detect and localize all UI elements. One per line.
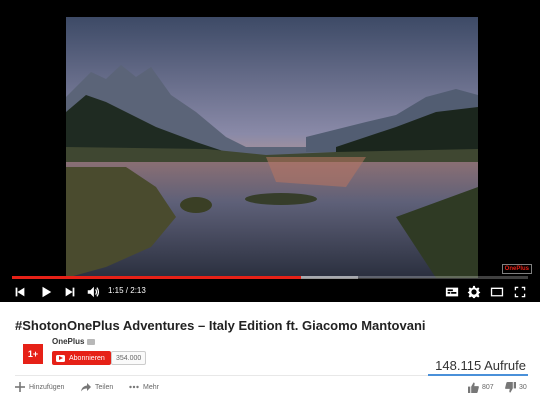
volume-icon	[87, 286, 100, 298]
add-to-button[interactable]: Hinzufügen	[15, 380, 64, 394]
previous-icon	[15, 287, 25, 297]
channel-name[interactable]: OnePlus	[52, 337, 96, 346]
video-title: #ShotonOnePlus Adventures – Italy Editio…	[15, 318, 426, 333]
sentiment-bar	[428, 374, 528, 376]
more-button[interactable]: Mehr	[129, 380, 159, 394]
next-icon	[65, 287, 75, 297]
share-icon	[81, 383, 91, 392]
play-button[interactable]	[38, 284, 54, 300]
like-button[interactable]: 807	[468, 380, 494, 394]
like-count: 807	[482, 383, 494, 391]
video-player[interactable]: OnePlus 1:15 / 2:13	[0, 0, 540, 302]
volume-button[interactable]	[85, 284, 101, 300]
miniplayer-icon	[490, 287, 504, 297]
miniplayer-button[interactable]	[489, 284, 505, 300]
more-icon	[129, 385, 139, 389]
previous-button[interactable]	[12, 284, 28, 300]
progress-bar[interactable]	[12, 276, 528, 279]
share-button[interactable]: Teilen	[81, 380, 113, 394]
subtitles-button[interactable]	[444, 284, 460, 300]
play-icon	[42, 286, 52, 298]
video-frame[interactable]	[66, 17, 478, 278]
thumbs-up-icon	[468, 381, 479, 393]
watermark-text: OnePlus	[504, 266, 529, 272]
settings-icon	[467, 285, 481, 299]
progress-played	[12, 276, 301, 279]
more-label: Mehr	[143, 383, 159, 391]
add-label: Hinzufügen	[29, 383, 65, 391]
fullscreen-button[interactable]	[512, 284, 528, 300]
share-label: Teilen	[95, 383, 114, 391]
settings-button[interactable]	[466, 284, 482, 300]
time-display: 1:15 / 2:13	[108, 286, 146, 295]
youtube-logo-icon	[56, 354, 65, 362]
next-button[interactable]	[62, 284, 78, 300]
player-controls: 1:15 / 2:13	[0, 281, 540, 302]
subtitles-icon	[445, 287, 459, 297]
channel-avatar[interactable]: 1+	[23, 344, 43, 364]
subscribe-button[interactable]: Abonnieren	[52, 351, 111, 365]
thumbs-down-icon	[505, 381, 516, 393]
subscribe-label: Abonnieren	[69, 354, 105, 362]
dislike-count: 30	[519, 383, 527, 391]
video-landscape-image	[66, 17, 478, 278]
fullscreen-icon	[514, 286, 526, 298]
view-count: 148.115 Aufrufe	[435, 358, 526, 373]
dislike-button[interactable]: 30	[505, 380, 527, 394]
channel-watermark[interactable]: OnePlus	[501, 264, 532, 274]
avatar-text: 1+	[27, 349, 39, 359]
plus-icon	[15, 382, 25, 392]
channel-name-text: OnePlus	[52, 337, 85, 346]
verified-icon	[87, 338, 96, 345]
subscriber-count: 354.000	[111, 351, 147, 365]
